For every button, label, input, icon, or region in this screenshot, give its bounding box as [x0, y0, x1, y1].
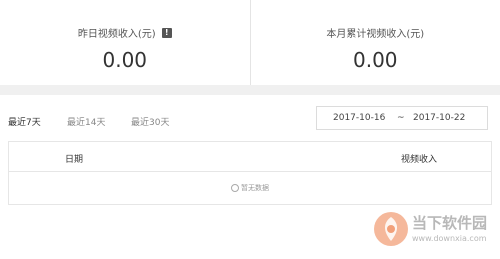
empty-state: 暂无数据: [9, 172, 491, 204]
warning-icon[interactable]: !: [161, 27, 172, 38]
stat-yesterday-title: 昨日视频收入(元): [77, 29, 156, 40]
table-header: 日期 视频收入: [9, 142, 491, 172]
column-video-income: 视频收入: [401, 155, 438, 165]
stats-panel: 昨日视频收入(元) ! 0.00 本月累计视频收入(元) 0.00: [0, 0, 500, 85]
stat-month: 本月累计视频收入(元) 0.00: [249, 0, 500, 85]
tab-7-days[interactable]: 最近7天: [8, 115, 41, 128]
empty-text: 暂无数据: [241, 184, 269, 192]
watermark: 当下软件园 www.downxia.com: [372, 210, 492, 254]
watermark-name: 当下软件园: [412, 214, 488, 232]
stat-yesterday-value: 0.00: [102, 48, 148, 72]
date-start[interactable]: 2017-10-16: [333, 113, 385, 123]
stat-month-title: 本月累计视频收入(元): [326, 29, 425, 40]
tab-14-days[interactable]: 最近14天: [67, 115, 105, 128]
column-date: 日期: [65, 155, 84, 165]
empty-circle-icon: [231, 184, 239, 192]
stat-month-value: 0.00: [352, 48, 398, 72]
downxia-logo-icon: [374, 212, 408, 246]
watermark-url: www.downxia.com: [412, 234, 487, 243]
date-end[interactable]: 2017-10-22: [413, 113, 465, 123]
income-table: 日期 视频收入 暂无数据: [8, 141, 492, 205]
date-range-picker[interactable]: 2017-10-16 ~ 2017-10-22: [316, 106, 488, 130]
date-separator: ~: [397, 113, 405, 123]
range-tabs: 最近7天 最近14天 最近30天 2017-10-16 ~ 2017-10-22: [0, 95, 500, 143]
stat-yesterday: 昨日视频收入(元) ! 0.00: [0, 0, 250, 85]
tab-30-days[interactable]: 最近30天: [131, 115, 169, 128]
